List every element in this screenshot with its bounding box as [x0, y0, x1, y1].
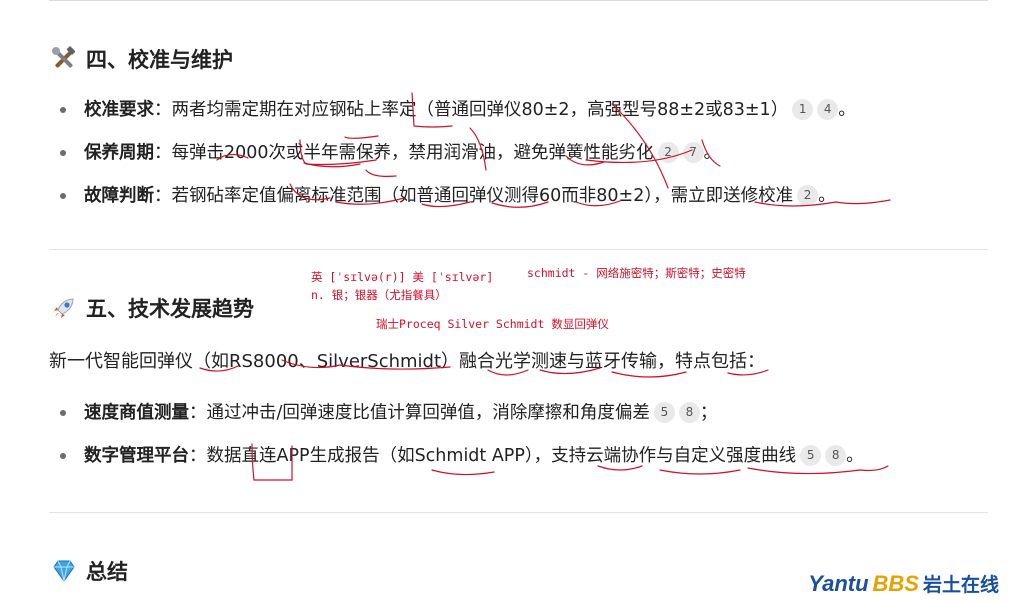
citation-badge[interactable]: 5	[653, 401, 675, 423]
section-divider	[49, 249, 988, 250]
section-divider	[49, 512, 988, 513]
citation-badge[interactable]: 8	[678, 401, 700, 423]
gem-icon	[50, 557, 78, 585]
yantubbs-watermark: Yantu BBS 岩土在线	[808, 570, 999, 597]
watermark-part2: BBS	[872, 571, 919, 596]
item-end: ；	[699, 403, 718, 423]
calibration-list: 校准要求：两者均需定期在对应钢砧上率定（普通回弹仪80±2，高强型号88±2或8…	[58, 98, 856, 227]
list-item: 速度商值测量：通过冲击/回弹速度比值计算回弹值，消除摩擦和角度偏差 5 8；	[58, 401, 864, 444]
item-text: ：两者均需定期在对应钢砧上率定（普通回弹仪80±2，高强型号88±2或83±1）	[154, 100, 789, 120]
citation-badge[interactable]: 7	[682, 141, 704, 163]
citation-badge[interactable]: 2	[657, 141, 679, 163]
list-item: 保养周期：每弹击2000次或半年需保养，禁用润滑油，避免弹簧性能劣化 2 7。	[58, 141, 856, 184]
citation-badge[interactable]: 5	[800, 444, 822, 466]
item-end: 。	[846, 446, 864, 466]
top-divider	[49, 0, 988, 1]
watermark-part3: 岩土在线	[922, 575, 999, 596]
section-title: 五、技术发展趋势	[86, 297, 254, 321]
item-text: ：每弹击2000次或半年需保养，禁用润滑油，避免弹簧性能劣化	[154, 143, 654, 163]
item-text: ：通过冲击/回弹速度比值计算回弹值，消除摩擦和角度偏差	[189, 403, 650, 423]
tools-icon	[50, 45, 78, 73]
annotation-proceq: 瑞士Proceq Silver Schmidt 数显回弹仪	[376, 317, 609, 331]
annotation-silver-meaning: n. 银；银器（尤指餐具）	[311, 288, 447, 302]
item-text: ：数据直连APP生成报告（如Schmidt APP），支持云端协作与自定义强度曲…	[189, 446, 797, 466]
trends-list: 速度商值测量：通过冲击/回弹速度比值计算回弹值，消除摩擦和角度偏差 5 8； 数字管…	[58, 401, 864, 487]
item-term: 校准要求	[84, 100, 154, 120]
watermark-part1: Yantu	[808, 571, 869, 596]
item-term: 故障判断	[84, 186, 154, 206]
item-term: 保养周期	[84, 143, 154, 163]
trends-intro: 新一代智能回弹仪（如RS8000、SilverSchmidt）融合光学测速与蓝牙…	[49, 351, 766, 372]
item-end: 。	[818, 186, 836, 206]
section-title: 四、校准与维护	[86, 48, 233, 72]
item-term: 数字管理平台	[84, 446, 189, 466]
section-heading-trends: 五、技术发展趋势	[50, 293, 254, 323]
citation-badge[interactable]: 1	[792, 98, 814, 120]
citation-badge[interactable]: 2	[797, 184, 819, 206]
citation-badge[interactable]: 8	[825, 444, 847, 466]
item-end: 。	[838, 100, 856, 120]
section-heading-calibration: 四、校准与维护	[50, 44, 233, 74]
annotation-schmidt: schmidt - 网络施密特；斯密特；史密特	[527, 266, 746, 280]
item-text: ：若钢砧率定值偏离标准范围（如普通回弹仪测得60而非80±2），需立即送修校准	[154, 186, 794, 206]
item-term: 速度商值测量	[84, 403, 189, 423]
list-item: 数字管理平台：数据直连APP生成报告（如Schmidt APP），支持云端协作与…	[58, 444, 864, 487]
section-title: 总结	[86, 560, 128, 584]
list-item: 故障判断：若钢砧率定值偏离标准范围（如普通回弹仪测得60而非80±2），需立即送…	[58, 184, 856, 227]
citation-badge[interactable]: 4	[817, 98, 839, 120]
item-end: 。	[703, 143, 722, 163]
rocket-icon	[50, 294, 78, 322]
list-item: 校准要求：两者均需定期在对应钢砧上率定（普通回弹仪80±2，高强型号88±2或8…	[58, 98, 856, 141]
annotation-silver-phonetic: 英 [ˈsɪlvə(r)] 美 [ˈsɪlvər]	[311, 270, 494, 284]
section-heading-summary: 总结	[50, 556, 128, 586]
